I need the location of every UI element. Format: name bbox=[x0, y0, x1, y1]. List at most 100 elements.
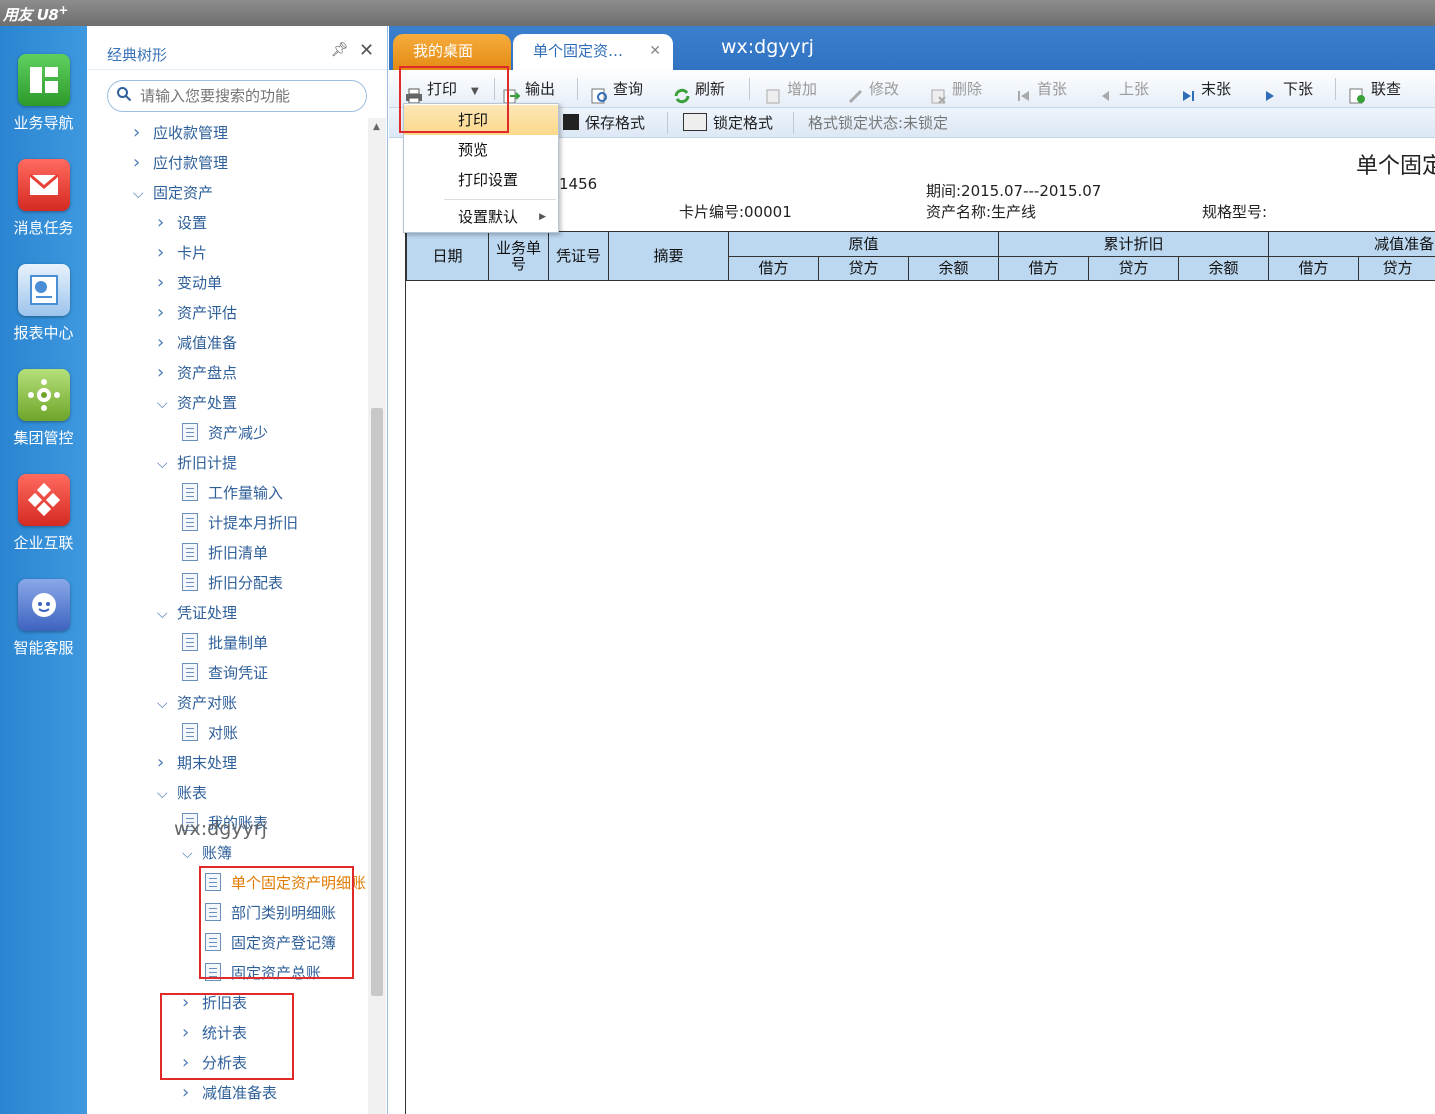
tree-folder-item[interactable]: › 分析表 bbox=[182, 1048, 247, 1078]
tree-leaf-item[interactable]: 对账 bbox=[182, 718, 238, 748]
delete-button[interactable]: 删除 bbox=[930, 70, 982, 108]
col-date: 日期 bbox=[406, 231, 489, 281]
document-icon bbox=[205, 902, 221, 921]
tree-leaf-item[interactable]: 资产减少 bbox=[182, 418, 268, 448]
tree-folder-item[interactable]: › 资产评估 bbox=[157, 298, 237, 328]
last-button[interactable]: 末张 bbox=[1179, 70, 1231, 108]
chevron-down-icon[interactable]: ⌵ bbox=[182, 839, 202, 869]
tree-leaf-item[interactable]: 工作量输入 bbox=[182, 478, 283, 508]
tree-leaf-item[interactable]: 部门类别明细账 bbox=[205, 898, 336, 928]
menu-item-print-settings[interactable]: 打印设置 bbox=[404, 165, 558, 195]
chevron-down-icon[interactable]: ⌵ bbox=[133, 179, 153, 209]
link-query-button[interactable]: 联查 bbox=[1349, 70, 1401, 108]
chevron-right-icon[interactable]: › bbox=[133, 118, 153, 148]
tree-folder-item[interactable]: ⌵ 资产对账 bbox=[157, 688, 237, 718]
chevron-right-icon[interactable]: › bbox=[133, 148, 153, 178]
tree-folder-item[interactable]: › 期末处理 bbox=[157, 748, 237, 778]
nav-report[interactable]: 报表中心 bbox=[0, 264, 87, 343]
tree-folder-item[interactable]: › 折旧表 bbox=[182, 988, 247, 1018]
chevron-down-icon[interactable]: ⌵ bbox=[157, 599, 177, 629]
next-button[interactable]: 下张 bbox=[1261, 70, 1313, 108]
nav-enterprise[interactable]: 企业互联 bbox=[0, 474, 87, 553]
chevron-down-icon[interactable]: ⌵ bbox=[157, 389, 177, 419]
toolbar-divider bbox=[667, 112, 668, 134]
tree-folder-item[interactable]: ⌵ 账表 bbox=[157, 778, 207, 808]
tab-close-icon[interactable]: ✕ bbox=[649, 34, 661, 68]
tree-folder-item[interactable]: › 减值准备表 bbox=[182, 1078, 277, 1108]
menu-item-preview[interactable]: 预览 bbox=[404, 135, 558, 165]
nav-message[interactable]: 消息任务 bbox=[0, 159, 87, 238]
chevron-right-icon[interactable]: › bbox=[182, 1018, 202, 1048]
lock-format-button[interactable]: 锁定格式 bbox=[683, 108, 773, 138]
tree-leaf-item[interactable]: 固定资产登记簿 bbox=[205, 928, 336, 958]
tree-leaf-item[interactable]: 计提本月折旧 bbox=[182, 508, 298, 538]
chevron-right-icon[interactable]: › bbox=[157, 238, 177, 268]
tree-folder-item[interactable]: › 应付款管理 bbox=[133, 148, 228, 178]
menu-item-set-default[interactable]: 设置默认 ▶ bbox=[404, 202, 558, 232]
tree-leaf-item[interactable]: 固定资产总账 bbox=[205, 958, 321, 988]
chevron-down-icon[interactable]: ⌵ bbox=[157, 779, 177, 809]
tree-folder-item[interactable]: › 资产盘点 bbox=[157, 358, 237, 388]
chevron-right-icon[interactable]: › bbox=[157, 298, 177, 328]
chevron-right-icon[interactable]: › bbox=[182, 1048, 202, 1078]
chevron-down-icon[interactable]: ⌵ bbox=[157, 689, 177, 719]
tree-leaf-item[interactable]: 单个固定资产明细账 bbox=[205, 868, 366, 898]
tree-folder-item[interactable]: › 应收款管理 bbox=[133, 118, 228, 148]
report-area: 单个固定 1456 期间:2015.07---2015.07 卡片编号:0000… bbox=[405, 138, 1435, 1114]
chevron-right-icon[interactable]: › bbox=[182, 1078, 202, 1108]
chevron-right-icon[interactable]: › bbox=[157, 268, 177, 298]
tree-leaf-item[interactable]: 批量制单 bbox=[182, 628, 268, 658]
tree-folder-item[interactable]: ⌵ 账簿 bbox=[182, 838, 232, 868]
export-label: 输出 bbox=[525, 80, 556, 98]
pin-icon[interactable]: 📌︎ bbox=[331, 42, 349, 58]
query-button[interactable]: 查询 bbox=[591, 70, 643, 108]
refresh-button[interactable]: 刷新 bbox=[673, 70, 725, 108]
close-icon[interactable]: ✕ bbox=[359, 40, 374, 61]
tree-scrollbar[interactable]: ▲ bbox=[368, 118, 386, 1114]
first-button[interactable]: 首张 bbox=[1015, 70, 1067, 108]
app-logo-sup: + bbox=[58, 3, 68, 17]
tree-leaf-item[interactable]: 查询凭证 bbox=[182, 658, 268, 688]
menu-item-print[interactable]: 打印 bbox=[404, 105, 558, 135]
chevron-down-icon[interactable]: ⌵ bbox=[157, 449, 177, 479]
tree-folder-item[interactable]: › 统计表 bbox=[182, 1018, 247, 1048]
edit-button[interactable]: 修改 bbox=[847, 70, 899, 108]
scroll-thumb[interactable] bbox=[371, 408, 383, 996]
chevron-right-icon[interactable]: › bbox=[157, 328, 177, 358]
chevron-right-icon[interactable]: › bbox=[157, 208, 177, 238]
scroll-up-icon[interactable]: ▲ bbox=[373, 122, 380, 132]
toolbar-divider bbox=[749, 78, 750, 100]
tree-leaf-item[interactable]: 折旧清单 bbox=[182, 538, 268, 568]
tree-folder-item[interactable]: › 卡片 bbox=[157, 238, 207, 268]
tree-folder-item[interactable]: ⌵ 凭证处理 bbox=[157, 598, 237, 628]
chevron-right-icon[interactable]: › bbox=[157, 358, 177, 388]
tab-single-asset-ledger[interactable]: 单个固定资… ✕ bbox=[513, 34, 673, 70]
tree-item-label: 资产盘点 bbox=[177, 364, 238, 382]
tab-my-desktop[interactable]: 我的桌面 bbox=[393, 34, 511, 70]
nav-business[interactable]: 业务导航 bbox=[0, 54, 87, 133]
tree-item-label: 计提本月折旧 bbox=[208, 514, 299, 532]
chevron-right-icon[interactable]: › bbox=[182, 988, 202, 1018]
col-summary: 摘要 bbox=[608, 231, 729, 281]
first-label: 首张 bbox=[1037, 80, 1068, 98]
tree-folder-item[interactable]: › 变动单 bbox=[157, 268, 222, 298]
tree-folder-item[interactable]: ⌵ 固定资产 bbox=[133, 178, 213, 208]
search-input[interactable] bbox=[140, 87, 360, 105]
tree-item-label: 设置 bbox=[177, 214, 208, 232]
tree-folder-item[interactable]: ⌵ 折旧计提 bbox=[157, 448, 237, 478]
save-format-button[interactable]: 保存格式 bbox=[563, 108, 645, 138]
tree-folder-item[interactable]: ⌵ 资产处置 bbox=[157, 388, 237, 418]
tree-folder-item[interactable]: › 设置 bbox=[157, 208, 207, 238]
document-icon bbox=[205, 932, 221, 951]
prev-button[interactable]: 上张 bbox=[1097, 70, 1149, 108]
nav-group[interactable]: 集团管控 bbox=[0, 369, 87, 448]
tree-leaf-item[interactable]: 折旧分配表 bbox=[182, 568, 283, 598]
col-debit: 借方 bbox=[998, 255, 1090, 281]
nav-service[interactable]: 智能客服 bbox=[0, 579, 87, 658]
print-dropdown-arrow-icon[interactable]: ▼ bbox=[471, 86, 479, 97]
tree-folder-item[interactable]: › 减值准备 bbox=[157, 328, 237, 358]
save-icon bbox=[563, 113, 579, 130]
add-button[interactable]: 增加 bbox=[765, 70, 817, 108]
chevron-right-icon[interactable]: › bbox=[157, 748, 177, 778]
add-icon bbox=[765, 80, 783, 103]
